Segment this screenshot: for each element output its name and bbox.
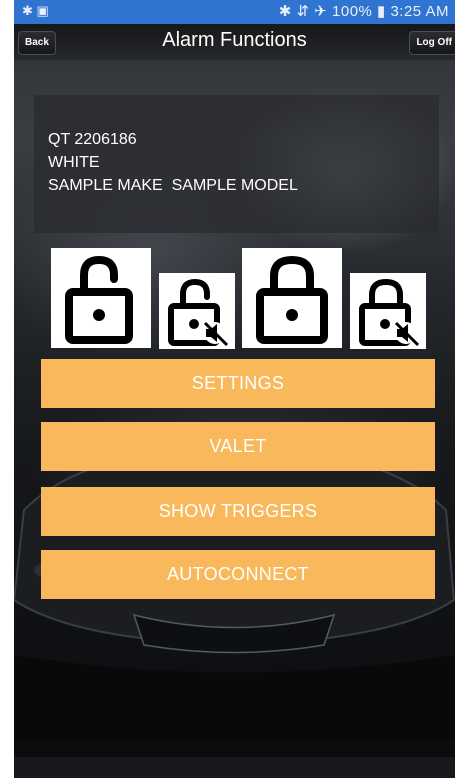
unlock-silent-button[interactable] (159, 273, 235, 349)
phone-screen: ✱ ▣ ✱ ⇵ ✈ 100% ▮ 3:25 AM Back Alarm Func… (14, 0, 455, 778)
status-info-right: ✱ ⇵ ✈ 100% ▮ 3:25 AM (278, 3, 449, 20)
show-triggers-button[interactable]: SHOW TRIGGERS (41, 487, 435, 536)
vehicle-make-model: SAMPLE MAKE SAMPLE MODEL (48, 177, 298, 194)
vehicle-color: WHITE (48, 154, 100, 171)
page-title: Alarm Functions (162, 29, 307, 51)
unlock-icon (65, 255, 133, 344)
lock-silent-button[interactable] (350, 273, 426, 349)
unlock-silent-icon (168, 278, 229, 347)
status-bar: ✱ ▣ ✱ ⇵ ✈ 100% ▮ 3:25 AM (14, 0, 455, 24)
vehicle-id: QT 2206186 (48, 131, 137, 148)
log-off-button[interactable]: Log Off (409, 31, 455, 55)
valet-button[interactable]: VALET (41, 422, 435, 471)
status-icons-left: ✱ ▣ (22, 3, 49, 18)
lock-silent-icon (359, 278, 420, 347)
unlock-button[interactable] (51, 248, 151, 348)
bottom-bar (14, 757, 455, 778)
settings-button[interactable]: SETTINGS (41, 359, 435, 408)
title-bar: Back Alarm Functions Log Off (14, 24, 455, 60)
autoconnect-button[interactable]: AUTOCONNECT (41, 550, 435, 599)
lock-button[interactable] (242, 248, 342, 348)
lock-icon (256, 255, 328, 344)
vehicle-info-panel: QT 2206186 WHITE SAMPLE MAKE SAMPLE MODE… (34, 95, 439, 233)
